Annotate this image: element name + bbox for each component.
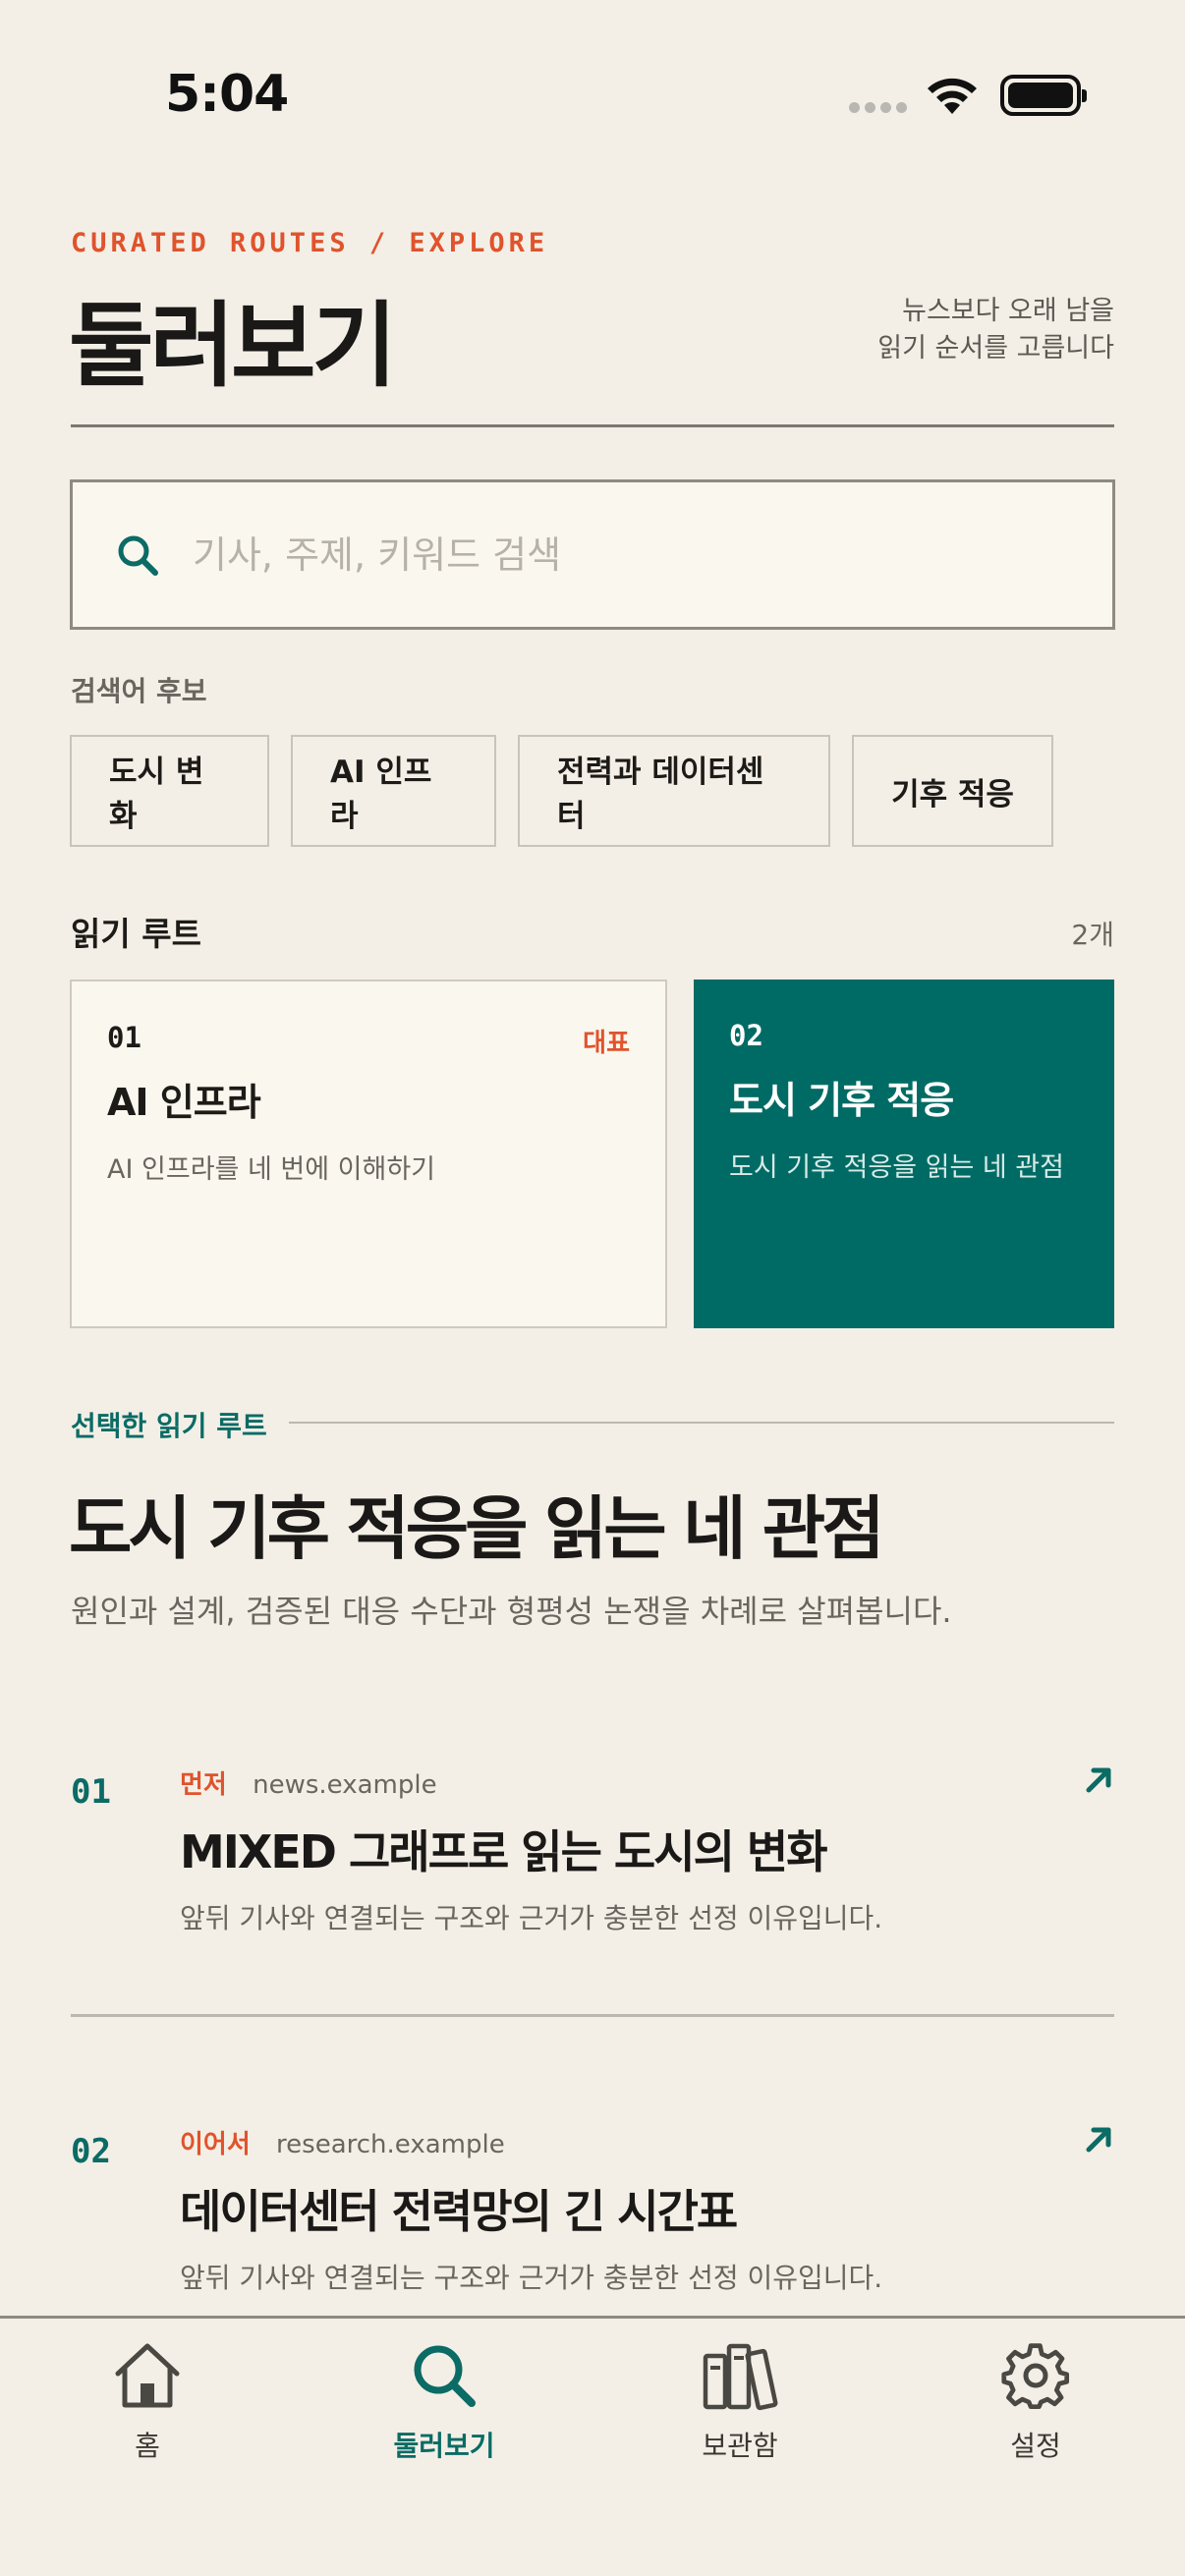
tab-label: 설정 xyxy=(1010,2430,1061,2462)
tab-library[interactable]: 보관함 xyxy=(632,2340,848,2464)
search-icon xyxy=(414,2345,476,2407)
header-divider xyxy=(71,424,1114,427)
section-eyebrow: CURATED ROUTES / EXPLORE xyxy=(71,228,549,258)
page-description-line-1: 뉴스보다 오래 남을 xyxy=(902,296,1114,326)
article-tag: 이어서 xyxy=(180,2130,251,2159)
suggestion-chip-ai-infra[interactable]: AI 인프라 xyxy=(291,735,496,847)
selected-route-title: 도시 기후 적응을 읽는 네 관점 xyxy=(69,1488,885,1569)
article-description: 앞뒤 기사와 연결되는 구조와 근거가 충분한 선정 이유입니다. xyxy=(180,1902,883,1934)
tab-label: 둘러보기 xyxy=(393,2430,495,2462)
arrow-up-right-icon[interactable] xyxy=(1083,2124,1114,2156)
routes-section-title: 읽기 루트 xyxy=(71,915,201,953)
article-source: research.example xyxy=(276,2130,505,2159)
gear-icon xyxy=(1001,2343,1070,2410)
status-time: 5:04 xyxy=(165,65,289,124)
library-icon xyxy=(703,2343,778,2411)
arrow-up-right-icon[interactable] xyxy=(1083,1764,1114,1796)
article-tag: 먼저 xyxy=(180,1770,227,1800)
route-card-climate-adaptation[interactable]: 02 도시 기후 적응 도시 기후 적응을 읽는 네 관점 xyxy=(694,980,1114,1328)
page-description: 뉴스보다 오래 남을 읽기 순서를 고릅니다 xyxy=(721,293,1114,367)
article-item[interactable]: 02 이어서 research.example 데이터센터 전력망의 긴 시간표… xyxy=(71,2124,1114,2294)
article-source: news.example xyxy=(253,1770,437,1800)
page-description-line-2: 읽기 순서를 고릅니다 xyxy=(877,333,1114,364)
home-icon xyxy=(115,2343,180,2408)
suggestion-chip-climate-adaptation[interactable]: 기후 적응 xyxy=(852,735,1053,847)
cellular-signal-icon xyxy=(849,102,908,116)
article-title: 데이터센터 전력망의 긴 시간표 xyxy=(180,2185,738,2238)
selected-route-divider xyxy=(289,1422,1114,1424)
page-title: 둘러보기 xyxy=(69,293,397,400)
suggestion-chips: 도시 변화 AI 인프라 전력과 데이터센터 기후 적응 xyxy=(70,735,1053,847)
route-card-title: 도시 기후 적응 xyxy=(729,1079,954,1122)
route-card-subtitle: AI 인프라를 네 번에 이해하기 xyxy=(107,1154,436,1185)
tab-home[interactable]: 홈 xyxy=(39,2340,255,2464)
selected-route-label: 선택한 읽기 루트 xyxy=(71,1410,267,1442)
article-description: 앞뒤 기사와 연결되는 구조와 근거가 충분한 선정 이유입니다. xyxy=(180,2262,883,2294)
suggestion-chip-city-change[interactable]: 도시 변화 xyxy=(70,735,269,847)
article-number: 01 xyxy=(71,1772,111,1812)
tab-label: 홈 xyxy=(135,2430,160,2462)
search-box[interactable] xyxy=(70,479,1115,630)
search-input[interactable] xyxy=(193,532,1077,577)
tab-explore[interactable]: 둘러보기 xyxy=(336,2340,552,2464)
routes-count: 2개 xyxy=(1071,919,1114,951)
wifi-icon xyxy=(928,78,977,114)
search-icon xyxy=(118,535,158,576)
tab-bar: 홈 둘러보기 보관함 설정 xyxy=(0,2316,1185,2576)
route-card-ai-infra[interactable]: 01 대표 AI 인프라 AI 인프라를 네 번에 이해하기 xyxy=(70,980,667,1328)
battery-icon xyxy=(1000,75,1087,116)
featured-badge: 대표 xyxy=(583,1029,630,1058)
selected-route-description: 원인과 설계, 검증된 대응 수단과 형평성 논쟁을 차례로 살펴봅니다. xyxy=(71,1593,952,1630)
article-divider xyxy=(71,2014,1114,2017)
suggestion-chip-power-datacenter[interactable]: 전력과 데이터센터 xyxy=(518,735,830,847)
article-number: 02 xyxy=(71,2132,111,2171)
tab-settings[interactable]: 설정 xyxy=(928,2340,1144,2464)
article-title: MIXED 그래프로 읽는 도시의 변화 xyxy=(180,1825,828,1878)
route-card-subtitle: 도시 기후 적응을 읽는 네 관점 xyxy=(729,1152,1064,1183)
tab-label: 보관함 xyxy=(702,2430,778,2462)
article-item[interactable]: 01 먼저 news.example MIXED 그래프로 읽는 도시의 변화 … xyxy=(71,1764,1114,1934)
route-card-number: 01 xyxy=(107,1021,141,1054)
suggestions-label: 검색어 후보 xyxy=(71,675,207,707)
route-card-title: AI 인프라 xyxy=(107,1081,261,1124)
route-card-number: 02 xyxy=(729,1019,763,1052)
